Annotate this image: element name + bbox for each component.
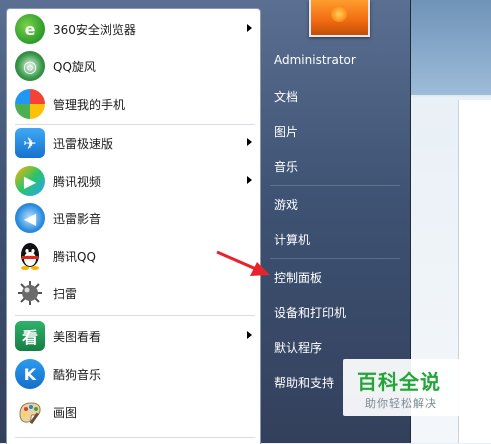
user-avatar[interactable] xyxy=(309,0,370,37)
submenu-arrow-icon[interactable] xyxy=(247,138,252,146)
meitu-viewer-icon: 看 xyxy=(15,321,45,351)
menu-item-control-panel[interactable]: 控制面板 xyxy=(274,269,322,286)
program-item-meitu-viewer[interactable]: 看 美图看看 xyxy=(11,318,256,354)
menu-item-devices-printers[interactable]: 设备和打印机 xyxy=(274,304,346,321)
program-item-minesweeper[interactable]: 扫雷 xyxy=(11,275,256,311)
flower-icon xyxy=(331,6,347,22)
separator xyxy=(270,185,400,186)
submenu-arrow-icon[interactable] xyxy=(247,176,252,184)
xunlei-player-icon: ◀ xyxy=(15,203,45,233)
red-pointer-arrow-icon xyxy=(216,250,270,276)
menu-item-music[interactable]: 音乐 xyxy=(274,158,298,175)
program-item-tencent-video[interactable]: ▶ 腾讯视频 xyxy=(11,163,256,199)
program-label: 迅雷影音 xyxy=(53,211,102,226)
program-label: 扫雷 xyxy=(53,286,78,301)
program-label: 管理我的手机 xyxy=(53,97,126,112)
program-item-paint[interactable]: 画图 xyxy=(11,394,256,430)
menu-item-games[interactable]: 游戏 xyxy=(274,196,298,213)
menu-item-pictures[interactable]: 图片 xyxy=(274,123,298,140)
program-label: 美图看看 xyxy=(53,329,102,344)
programs-pane: e 360安全浏览器 ◎ QQ旋风 管理我的手机 ✈ 迅雷极速版 ▶ 腾讯视频 xyxy=(6,8,261,444)
program-item-qq-whirlwind[interactable]: ◎ QQ旋风 xyxy=(11,48,256,84)
qq-whirlwind-icon: ◎ xyxy=(15,51,45,81)
paint-icon xyxy=(15,397,45,427)
program-label: QQ旋风 xyxy=(53,59,96,74)
phone-manager-icon xyxy=(15,89,45,119)
program-label: 腾讯QQ xyxy=(53,249,96,264)
ie-360-browser-icon: e xyxy=(15,14,45,44)
program-label: 酷狗音乐 xyxy=(53,367,102,382)
separator xyxy=(15,437,255,438)
submenu-arrow-icon[interactable] xyxy=(247,331,252,339)
menu-item-help-support[interactable]: 帮助和支持 xyxy=(274,374,334,391)
program-item-phone-manager[interactable]: 管理我的手机 xyxy=(11,86,256,122)
program-item-xunlei[interactable]: ✈ 迅雷极速版 xyxy=(11,125,256,161)
watermark-subtitle: 助你轻松解决 xyxy=(365,397,437,410)
watermark-title: 百科全说 xyxy=(357,370,441,394)
background-window-titlebar xyxy=(410,0,491,95)
kugou-music-icon: K xyxy=(15,359,45,389)
menu-item-documents[interactable]: 文档 xyxy=(274,88,298,105)
menu-item-default-programs[interactable]: 默认程序 xyxy=(274,339,322,356)
program-label: 画图 xyxy=(53,405,78,420)
program-item-kugou-music[interactable]: K 酷狗音乐 xyxy=(11,356,256,392)
program-item-360-browser[interactable]: e 360安全浏览器 xyxy=(11,11,256,47)
menu-item-user[interactable]: Administrator xyxy=(274,53,356,67)
watermark: 百科全说 助你轻松解决 xyxy=(343,359,467,416)
program-item-xunlei-player[interactable]: ◀ 迅雷影音 xyxy=(11,200,256,236)
qq-penguin-icon xyxy=(15,241,45,271)
tencent-video-icon: ▶ xyxy=(15,166,45,196)
xunlei-icon: ✈ xyxy=(15,128,45,158)
minesweeper-icon xyxy=(15,278,45,308)
separator xyxy=(270,258,400,259)
program-label: 360安全浏览器 xyxy=(53,22,136,37)
submenu-arrow-icon[interactable] xyxy=(247,24,252,32)
menu-item-computer[interactable]: 计算机 xyxy=(274,231,310,248)
separator xyxy=(15,315,255,316)
program-label: 腾讯视频 xyxy=(53,174,102,189)
program-label: 迅雷极速版 xyxy=(53,136,114,151)
